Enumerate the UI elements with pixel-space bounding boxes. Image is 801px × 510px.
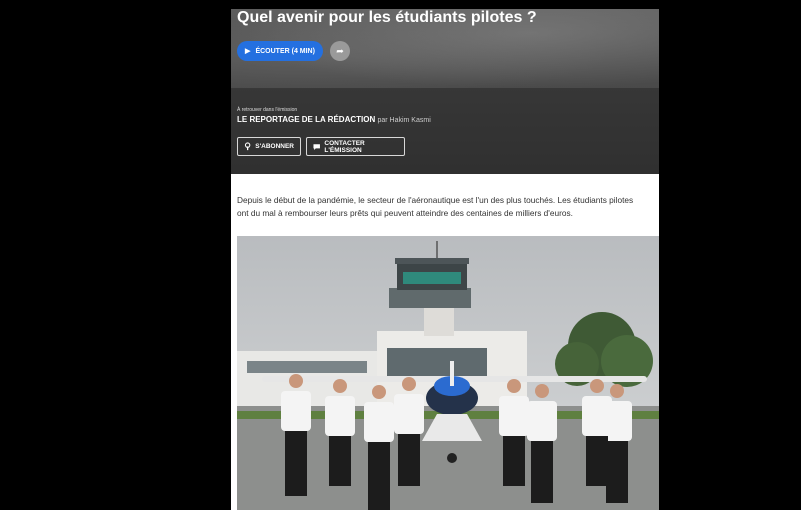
article-intro: Depuis le début de la pandémie, le secte… (237, 195, 634, 218)
share-button[interactable]: ➦ (330, 41, 350, 61)
article-photo[interactable] (237, 236, 659, 510)
header-overlay (231, 88, 659, 174)
message-icon (313, 143, 320, 150)
page-title: Quel avenir pour les étudiants pilotes ? (237, 9, 537, 26)
share-arrow-icon: ➦ (336, 45, 344, 56)
listen-button[interactable]: ▶ ÉCOUTER (4 MIN) (237, 41, 323, 61)
article-container: Quel avenir pour les étudiants pilotes ?… (231, 9, 659, 510)
show-caption: À retrouver dans l'émission (237, 107, 298, 113)
article-header: Quel avenir pour les étudiants pilotes ?… (231, 9, 659, 174)
pilots-photo-illustration (237, 236, 659, 510)
author-name: par Hakim Kasmi (377, 117, 431, 124)
play-icon: ▶ (245, 48, 251, 55)
podcast-icon (244, 142, 251, 151)
contact-button[interactable]: CONTACTER L'ÉMISSION (306, 137, 405, 156)
listen-label: ÉCOUTER (4 MIN) (255, 47, 315, 55)
subscribe-label: S'ABONNER (255, 143, 294, 150)
show-info: LE REPORTAGE DE LA RÉDACTION par Hakim K… (237, 115, 431, 124)
show-name-link[interactable]: LE REPORTAGE DE LA RÉDACTION (237, 115, 375, 124)
subscribe-button[interactable]: S'ABONNER (237, 137, 301, 156)
contact-label: CONTACTER L'ÉMISSION (324, 139, 365, 154)
